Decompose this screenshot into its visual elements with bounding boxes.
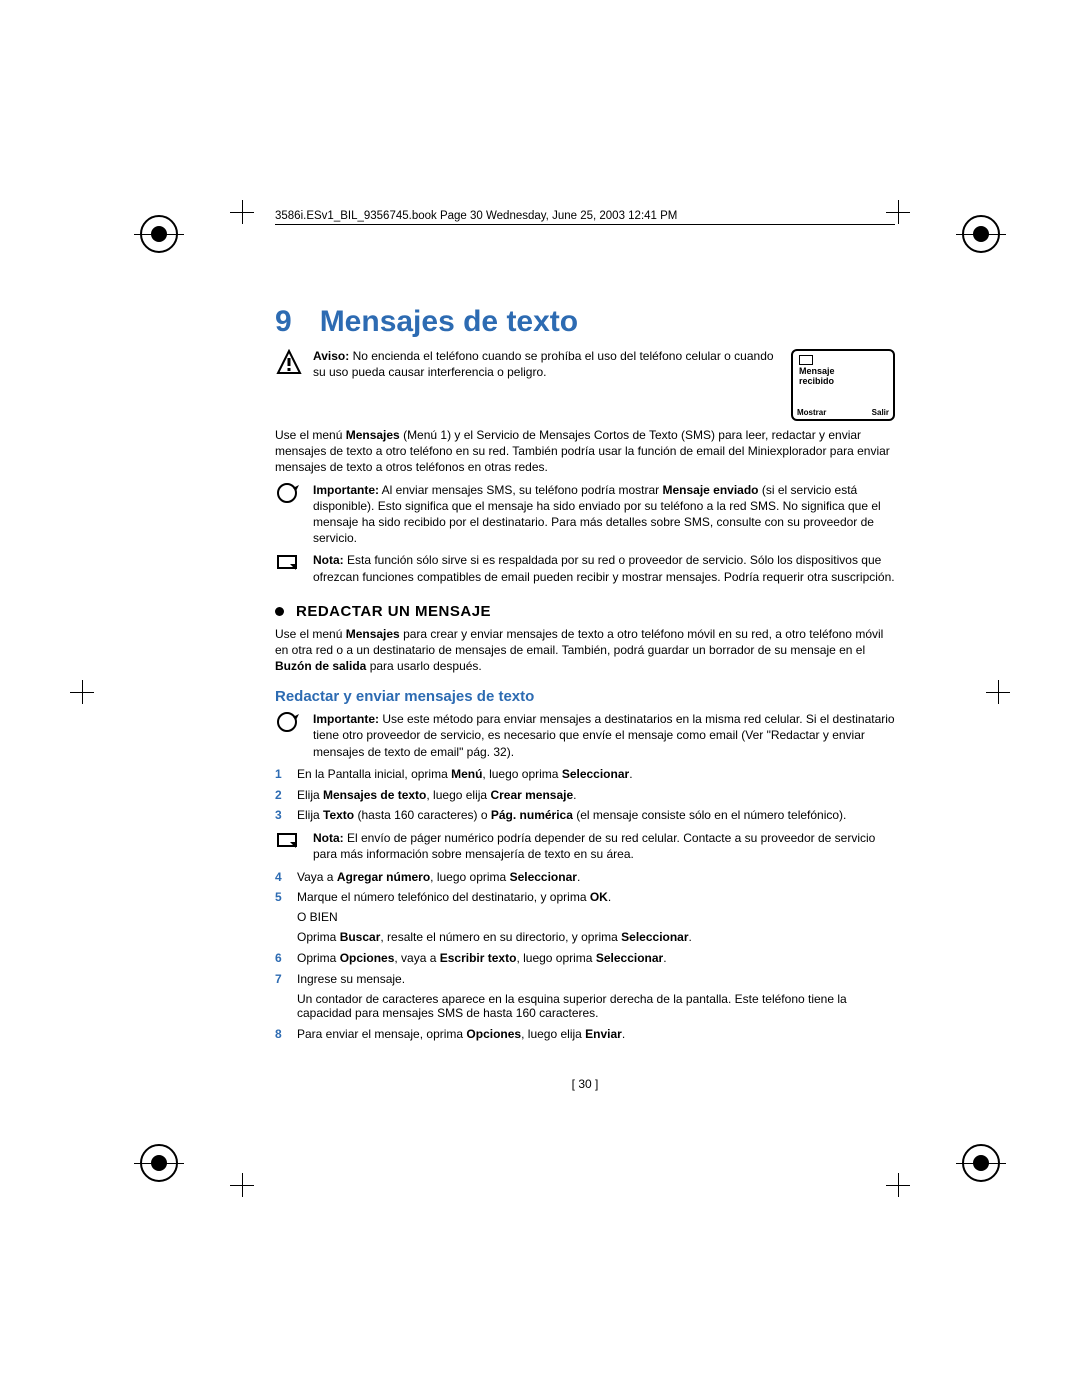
page-number: [ 30 ] <box>275 1077 895 1091</box>
chapter-number: 9 <box>275 305 292 339</box>
step-7-sub: Un contador de caracteres aparece en la … <box>297 992 895 1020</box>
registration-mark-icon <box>140 1144 178 1182</box>
crop-mark-icon <box>70 680 94 704</box>
step-4: 4Vaya a Agregar número, luego oprima Sel… <box>275 869 895 886</box>
section-paragraph: Use el menú Mensajes para crear y enviar… <box>275 626 895 675</box>
important-icon <box>275 711 303 735</box>
important-note: Importante: Al enviar mensajes SMS, su t… <box>313 482 895 547</box>
nota-text-2: Nota: El envío de páger numérico podría … <box>313 830 895 862</box>
nota-text: Nota: Esta función sólo sirve si es resp… <box>313 552 895 584</box>
step-5: 5Marque el número telefónico del destina… <box>275 889 895 906</box>
crop-mark-icon <box>886 1173 910 1197</box>
aviso-text: Aviso: No encienda el teléfono cuando se… <box>313 349 775 380</box>
subsection-heading: Redactar y enviar mensajes de texto <box>275 688 895 705</box>
step-5-sub2: Oprima Buscar, resalte el número en su d… <box>297 930 895 944</box>
chapter-title: Mensajes de texto <box>320 305 578 339</box>
step-1: 1En la Pantalla inicial, oprima Menú, lu… <box>275 766 895 783</box>
section-heading: REDACTAR UN MENSAJE <box>275 603 895 620</box>
registration-mark-icon <box>962 215 1000 253</box>
note-icon <box>275 830 303 854</box>
step-3: 3Elija Texto (hasta 160 caracteres) o Pá… <box>275 807 895 824</box>
bullet-icon <box>275 607 284 616</box>
page-header: 3586i.ESv1_BIL_9356745.book Page 30 Wedn… <box>275 210 895 225</box>
phone-screen-illustration: Mensajerecibido MostrarSalir <box>791 349 895 421</box>
crop-mark-icon <box>230 1173 254 1197</box>
intro-paragraph: Use el menú Mensajes (Menú 1) y el Servi… <box>275 427 895 476</box>
warning-icon <box>275 349 303 373</box>
step-8: 8Para enviar el mensaje, oprima Opciones… <box>275 1026 895 1043</box>
important-note-2: Importante: Use este método para enviar … <box>313 711 895 760</box>
step-2: 2Elija Mensajes de texto, luego elija Cr… <box>275 787 895 804</box>
step-7: 7Ingrese su mensaje. <box>275 971 895 988</box>
registration-mark-icon <box>962 1144 1000 1182</box>
crop-mark-icon <box>986 680 1010 704</box>
important-icon <box>275 482 303 506</box>
crop-mark-icon <box>230 200 254 224</box>
note-icon <box>275 552 303 576</box>
step-5-sub1: O BIEN <box>297 910 895 924</box>
step-6: 6Oprima Opciones, vaya a Escribir texto,… <box>275 950 895 967</box>
registration-mark-icon <box>140 215 178 253</box>
